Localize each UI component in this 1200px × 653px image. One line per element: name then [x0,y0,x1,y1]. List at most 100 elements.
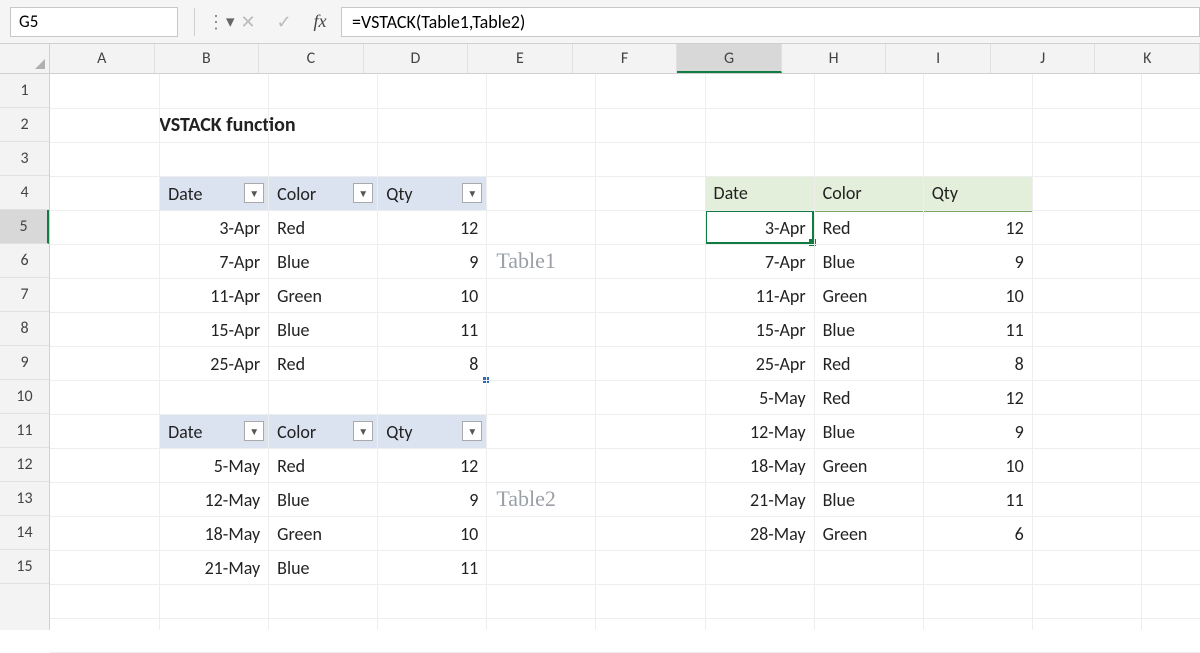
table-row[interactable]: 18-MayGreen10 [160,517,487,551]
cell[interactable]: 18-May [705,449,814,483]
cell[interactable]: 10 [923,449,1032,483]
table-row[interactable]: 12-MayBlue9 [160,483,487,517]
cell[interactable]: 6 [923,517,1032,551]
col-header-H[interactable]: H [782,44,887,73]
col-header-E[interactable]: E [468,44,573,73]
cell[interactable]: 12-May [705,415,814,449]
table-row[interactable]: 25-AprRed8 [705,347,1032,381]
row-header-10[interactable]: 10 [0,380,49,414]
cell[interactable]: Red [814,211,923,245]
cell[interactable]: Red [814,347,923,381]
table-row[interactable]: 3-AprRed12 [160,211,487,245]
row-header-13[interactable]: 13 [0,482,49,516]
cell[interactable]: 15-Apr [705,313,814,347]
cell[interactable]: 12 [923,211,1032,245]
col-header-D[interactable]: D [364,44,469,73]
cell[interactable]: Blue [269,245,378,279]
row-header-7[interactable]: 7 [0,278,49,312]
cell[interactable]: 8 [923,347,1032,381]
cell[interactable]: Red [269,211,378,245]
col-header-J[interactable]: J [991,44,1096,73]
cell[interactable]: 8 [378,347,487,381]
table-header[interactable]: Qty▼ [378,415,487,449]
cell[interactable]: 3-Apr [705,211,814,245]
fx-icon[interactable]: fx [305,8,335,36]
cancel-icon[interactable]: ✕ [233,8,263,36]
table-row[interactable]: 12-MayBlue9 [705,415,1032,449]
cell[interactable]: 12 [923,381,1032,415]
table-header[interactable]: Date▼ [160,415,269,449]
cell[interactable]: 10 [378,279,487,313]
cell[interactable]: Blue [814,245,923,279]
filter-dropdown-icon[interactable]: ▼ [353,421,373,441]
cell[interactable]: 10 [378,517,487,551]
cell[interactable]: 9 [378,483,487,517]
table-row[interactable]: 7-AprBlue9 [160,245,487,279]
name-box[interactable]: ▾ [10,7,178,37]
cell[interactable]: Green [814,449,923,483]
formula-input[interactable] [341,7,1200,37]
filter-dropdown-icon[interactable]: ▼ [244,183,264,203]
table-row[interactable]: 15-AprBlue11 [160,313,487,347]
cell[interactable]: Red [814,381,923,415]
cell[interactable]: 21-May [705,483,814,517]
table-row[interactable]: 15-AprBlue11 [705,313,1032,347]
table-header[interactable]: Qty▼ [378,177,487,211]
output-header[interactable]: Color [814,177,923,211]
cell[interactable]: 9 [923,415,1032,449]
cell[interactable]: 10 [923,279,1032,313]
row-header-9[interactable]: 9 [0,346,49,380]
col-header-G[interactable]: G [677,44,782,73]
grid[interactable]: VSTACK functionDate▼Color▼Qty▼3-AprRed12… [50,74,1200,630]
row-header-1[interactable]: 1 [0,74,49,108]
cell[interactable]: 9 [923,245,1032,279]
cell[interactable]: 12 [378,211,487,245]
cell[interactable]: Blue [814,313,923,347]
cell[interactable]: Blue [814,483,923,517]
cell[interactable]: Red [269,449,378,483]
table-row[interactable]: 5-MayRed12 [160,449,487,483]
output-header[interactable]: Qty [923,177,1032,211]
cell[interactable]: Blue [269,313,378,347]
cell[interactable]: Green [814,279,923,313]
cell[interactable]: 11 [923,483,1032,517]
check-icon[interactable]: ✓ [269,8,299,36]
drag-handle-icon[interactable]: ⋮ [205,11,227,33]
cell[interactable]: Green [269,279,378,313]
cell[interactable]: 28-May [705,517,814,551]
cell[interactable]: Red [269,347,378,381]
cell[interactable]: Green [814,517,923,551]
row-header-8[interactable]: 8 [0,312,49,346]
cell[interactable]: 7-Apr [160,245,269,279]
cell[interactable]: 11 [378,313,487,347]
cell[interactable]: 15-Apr [160,313,269,347]
row-header-5[interactable]: 5 [0,210,49,244]
table-header[interactable]: Color▼ [269,415,378,449]
cell[interactable]: 11 [923,313,1032,347]
table-row[interactable]: 21-MayBlue11 [160,551,487,585]
cell[interactable]: 12-May [160,483,269,517]
col-header-C[interactable]: C [259,44,364,73]
table-header[interactable]: Date▼ [160,177,269,211]
table-row[interactable]: 28-MayGreen6 [705,517,1032,551]
row-header-6[interactable]: 6 [0,244,49,278]
cell[interactable]: 5-May [705,381,814,415]
cell[interactable]: Green [269,517,378,551]
output-header[interactable]: Date [705,177,814,211]
row-header-15[interactable]: 15 [0,550,49,584]
table-row[interactable]: 3-AprRed12 [705,211,1032,245]
cell[interactable]: 11-Apr [705,279,814,313]
table-row[interactable]: 11-AprGreen10 [705,279,1032,313]
col-header-B[interactable]: B [155,44,260,73]
filter-dropdown-icon[interactable]: ▼ [244,421,264,441]
cell[interactable]: 5-May [160,449,269,483]
table-row[interactable]: 7-AprBlue9 [705,245,1032,279]
row-header-3[interactable]: 3 [0,142,49,176]
cell[interactable]: Blue [269,483,378,517]
table-row[interactable]: 18-MayGreen10 [705,449,1032,483]
cell[interactable]: 11-Apr [160,279,269,313]
row-header-14[interactable]: 14 [0,516,49,550]
table-row[interactable]: 25-AprRed8 [160,347,487,381]
col-header-A[interactable]: A [50,44,155,73]
col-header-F[interactable]: F [573,44,678,73]
